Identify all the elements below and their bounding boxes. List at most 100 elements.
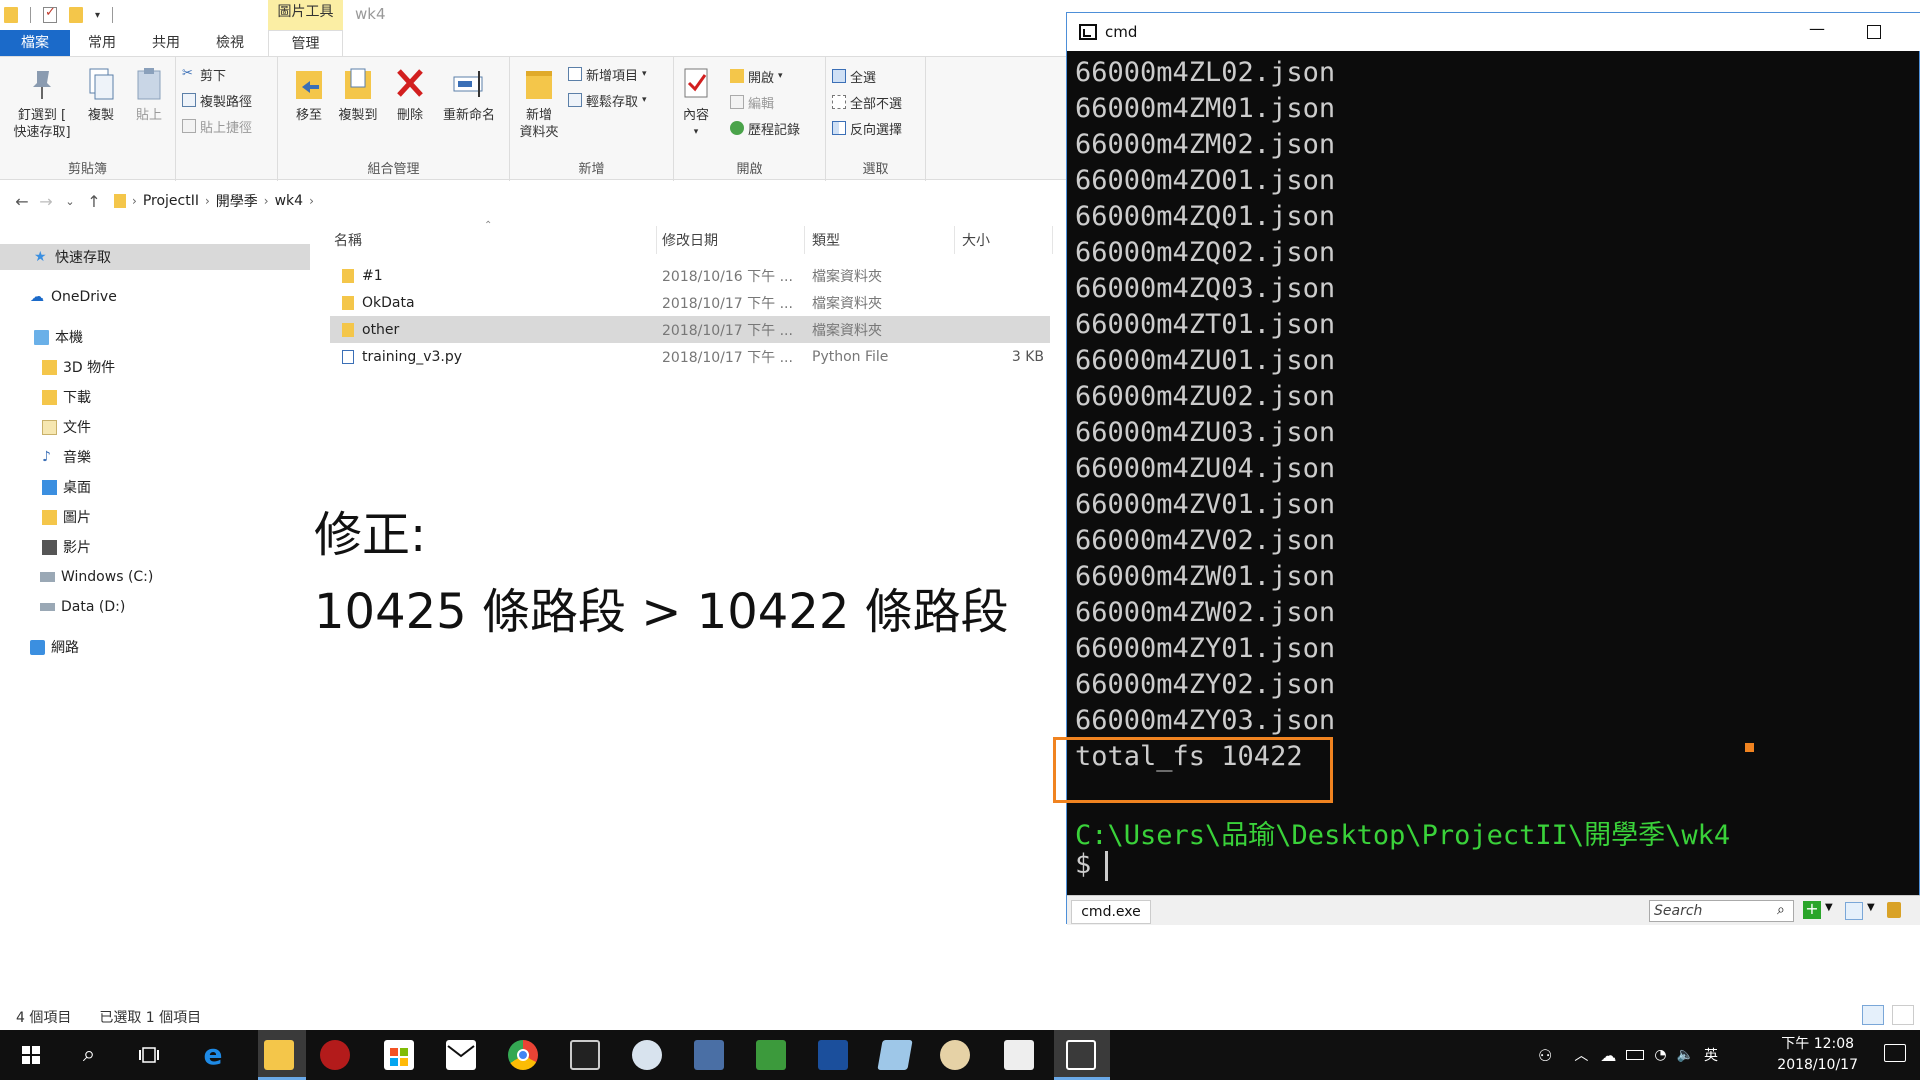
nav-downloads[interactable]: 下載 (0, 384, 310, 410)
column-header-type[interactable]: 類型 (812, 230, 840, 250)
copy-button[interactable]: 複製 (80, 65, 122, 124)
new-item-button[interactable]: 新增項目 ▾ (568, 63, 647, 85)
column-header-modified[interactable]: 修改日期 (662, 230, 718, 250)
onedrive-cloud-icon[interactable]: ☁ (1600, 1046, 1616, 1065)
move-to-button[interactable]: 移至 (286, 65, 332, 124)
nav-pictures[interactable]: 圖片 (0, 504, 310, 530)
tab-file[interactable]: 檔案 (0, 30, 70, 56)
image-viewer-icon[interactable] (756, 1040, 786, 1070)
tab-home[interactable]: 常用 (70, 30, 134, 56)
table-row[interactable]: #1 2018/10/16 下午 ... 檔案資料夾 (330, 262, 1050, 289)
chevron-down-icon[interactable]: ⌄ (58, 195, 82, 208)
breadcrumb-item[interactable]: wk4 (275, 193, 303, 209)
file-explorer-icon[interactable] (264, 1040, 294, 1070)
nav-drive-c[interactable]: Windows (C:) (0, 564, 310, 590)
panes-icon[interactable] (1845, 902, 1863, 920)
rename-button[interactable]: 重新命名 (434, 65, 504, 124)
table-row[interactable]: OkData 2018/10/17 下午 ... 檔案資料夾 (330, 289, 1050, 316)
breadcrumb-item[interactable]: 開學季 (216, 191, 258, 211)
speaker-icon[interactable]: 🔈 (1677, 1047, 1694, 1063)
new-folder-button[interactable]: 新增 資料夾 (514, 65, 564, 141)
new-folder-icon[interactable] (69, 7, 83, 23)
select-all-button[interactable]: 全選 (832, 65, 876, 87)
nav-this-pc[interactable]: 本機 (0, 324, 310, 350)
video-icon (42, 539, 57, 555)
store-icon[interactable] (384, 1040, 414, 1070)
tab-manage[interactable]: 管理 (268, 30, 343, 57)
cmd-title-bar[interactable]: cmd — (1067, 13, 1920, 51)
open-button[interactable]: 開啟 ▾ (730, 65, 783, 87)
table-row[interactable]: other 2018/10/17 下午 ... 檔案資料夾 (330, 316, 1050, 343)
select-none-button[interactable]: 全部不選 (832, 91, 902, 113)
console-search-input[interactable]: Search (1649, 900, 1794, 922)
wifi-icon[interactable]: ◔ (1654, 1047, 1666, 1063)
easy-access-button[interactable]: 輕鬆存取 ▾ (568, 89, 647, 111)
nav-onedrive[interactable]: ☁ OneDrive (0, 284, 310, 310)
table-row[interactable]: training_v3.py 2018/10/17 下午 ... Python … (330, 343, 1050, 370)
terminal-prompt[interactable]: $ (1075, 849, 1109, 881)
search-icon[interactable]: ⌕ (1777, 902, 1785, 918)
mail-icon[interactable] (446, 1040, 476, 1070)
maximize-icon[interactable] (1867, 25, 1881, 39)
properties-check-icon[interactable] (43, 5, 57, 23)
nav-desktop[interactable]: 桌面 (0, 474, 310, 500)
windows-start-icon[interactable] (16, 1040, 46, 1070)
notes-app-icon[interactable] (877, 1040, 913, 1070)
pin-to-quick-access-button[interactable]: 釘選到 [ 快速存取] (6, 65, 78, 141)
terminal-app-icon[interactable] (570, 1040, 600, 1070)
history-button[interactable]: 歷程記錄 (730, 117, 800, 139)
back-arrow-icon[interactable]: ← (10, 192, 34, 211)
nav-quick-access[interactable]: ★ 快速存取 (0, 244, 310, 270)
up-arrow-icon[interactable]: ↑ (82, 192, 106, 211)
forward-arrow-icon[interactable]: → (34, 192, 58, 211)
invert-selection-button[interactable]: 反向選擇 (832, 117, 902, 139)
task-view-icon[interactable] (134, 1040, 164, 1070)
tab-view[interactable]: 檢視 (198, 30, 262, 56)
chevron-down-icon[interactable]: ▼ (1867, 902, 1875, 913)
properties-button[interactable]: 內容 ▾ (676, 65, 716, 141)
breadcrumb[interactable]: › ProjectII › 開學季 › wk4 › (114, 191, 314, 211)
people-icon[interactable]: ⚇ (1538, 1046, 1552, 1065)
chevron-down-icon[interactable]: ▾ (95, 10, 100, 21)
chevron-down-icon[interactable]: ▼ (1825, 902, 1833, 913)
tab-share[interactable]: 共用 (134, 30, 198, 56)
nav-network[interactable]: 網路 (0, 634, 310, 660)
network-tool-icon[interactable] (694, 1040, 724, 1070)
nav-drive-d[interactable]: Data (D:) (0, 594, 310, 620)
search-icon[interactable]: ⌕ (74, 1040, 104, 1070)
cmd-console-icon[interactable] (1066, 1040, 1096, 1070)
large-icons-view-icon[interactable] (1892, 1005, 1914, 1025)
minimize-icon[interactable]: — (1809, 19, 1825, 38)
chevron-right-icon: › (204, 194, 210, 208)
breadcrumb-item[interactable]: ProjectII (143, 193, 199, 209)
game-app-icon[interactable] (320, 1040, 350, 1070)
notification-icon[interactable] (1884, 1044, 1906, 1062)
edit-button[interactable]: 編輯 (730, 91, 774, 113)
nav-documents[interactable]: 文件 (0, 414, 310, 440)
nav-music[interactable]: ♪ 音樂 (0, 444, 310, 470)
correction-note-text: 10425 條路段 > 10422 條路段 (314, 584, 1009, 640)
new-tab-plus-icon[interactable]: + (1803, 901, 1821, 919)
clock[interactable]: 下午 12:08 2018/10/17 (1777, 1034, 1858, 1076)
document-viewer-icon[interactable] (1004, 1040, 1034, 1070)
divider (1052, 226, 1053, 254)
battery-icon[interactable] (1626, 1050, 1645, 1060)
edge-browser-icon[interactable]: e (198, 1040, 228, 1070)
nav-videos[interactable]: 影片 (0, 534, 310, 560)
paste-button[interactable]: 貼上 (128, 65, 170, 124)
copy-to-button[interactable]: 複製到 (330, 65, 386, 124)
column-header-name[interactable]: 名稱 (334, 230, 362, 250)
ime-indicator[interactable]: 英 (1704, 1045, 1718, 1065)
chrome-browser-icon[interactable] (508, 1040, 538, 1070)
console-tab-cmd[interactable]: cmd.exe (1071, 900, 1151, 924)
paint-palette-icon[interactable] (940, 1040, 970, 1070)
chevron-up-icon[interactable]: ︿ (1574, 1045, 1588, 1065)
delete-button[interactable]: 刪除 (388, 65, 432, 124)
details-view-icon[interactable] (1862, 1005, 1884, 1025)
column-header-size[interactable]: 大小 (962, 230, 990, 250)
nav-3d-objects[interactable]: 3D 物件 (0, 354, 310, 380)
chevron-down-icon: ▾ (693, 127, 699, 137)
devcpp-icon[interactable] (818, 1040, 848, 1070)
paint-app-icon[interactable] (632, 1040, 662, 1070)
lock-icon[interactable] (1887, 902, 1901, 918)
